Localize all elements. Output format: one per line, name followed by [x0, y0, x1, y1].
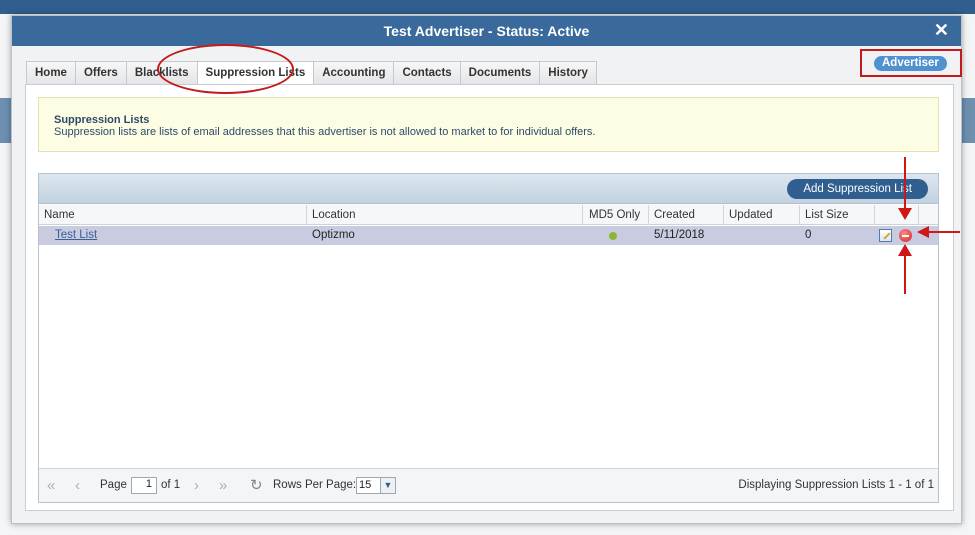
grid-pager: « ‹ Page 1 of 1 › » ↻ Rows Per Page: 15 … — [39, 468, 938, 502]
annotation-arrow-bottom — [904, 254, 906, 294]
column-header-list-size[interactable]: List Size — [800, 205, 875, 225]
tab-bar: Home Offers Blacklists Suppression Lists… — [26, 61, 597, 85]
advertiser-badge[interactable]: Advertiser — [874, 56, 947, 71]
tab-documents[interactable]: Documents — [459, 61, 540, 85]
column-header-name[interactable]: Name — [39, 205, 307, 225]
edit-icon[interactable] — [879, 229, 892, 242]
column-header-updated[interactable]: Updated — [724, 205, 800, 225]
info-notice: Suppression Lists Suppression lists are … — [38, 97, 939, 152]
next-page-icon[interactable]: › — [194, 478, 199, 493]
arrowhead-up-icon — [898, 244, 912, 256]
tab-content: Suppression Lists Suppression lists are … — [25, 84, 954, 511]
row-created: 5/11/2018 — [654, 229, 705, 241]
grid-toolbar: Add Suppression List — [39, 174, 938, 204]
background-right-bar — [962, 98, 975, 143]
refresh-icon[interactable]: ↻ — [250, 478, 263, 493]
prev-page-icon[interactable]: ‹ — [75, 478, 80, 493]
row-updated — [724, 226, 729, 245]
notice-text: Suppression lists are lists of email add… — [54, 126, 596, 138]
grid-header: Name Location MD5 Only Created Updated L… — [39, 205, 938, 225]
suppression-lists-grid: Add Suppression List Name Location MD5 O… — [38, 173, 939, 503]
column-header-location[interactable]: Location — [307, 205, 583, 225]
rows-per-page-label: Rows Per Page: — [273, 479, 357, 491]
annotation-arrow-right — [928, 231, 960, 233]
background-app-header — [0, 0, 975, 14]
last-page-icon[interactable]: » — [219, 478, 227, 493]
delete-icon[interactable] — [899, 229, 912, 242]
row-list-size: 0 — [805, 229, 812, 241]
tab-offers[interactable]: Offers — [74, 61, 126, 85]
tab-highlight-ellipse — [157, 44, 294, 94]
column-header-actions — [875, 205, 919, 225]
arrowhead-left-icon — [917, 226, 929, 238]
rows-per-page-value: 15 — [359, 479, 372, 491]
advertiser-modal: Test Advertiser - Status: Active ✕ Adver… — [11, 15, 962, 524]
close-icon[interactable]: ✕ — [934, 21, 949, 39]
tab-contacts[interactable]: Contacts — [393, 61, 460, 85]
tab-home[interactable]: Home — [26, 61, 75, 85]
notice-title: Suppression Lists — [54, 114, 150, 126]
row-name-link[interactable]: Test List — [39, 226, 97, 245]
page-label: Page — [100, 479, 127, 491]
modal-title: Test Advertiser - Status: Active — [383, 23, 590, 39]
row-location: Optizmo — [312, 229, 355, 241]
arrowhead-down-icon — [898, 208, 912, 220]
tab-accounting[interactable]: Accounting — [313, 61, 394, 85]
md5-only-indicator-icon — [609, 232, 617, 240]
page-count: of 1 — [161, 479, 181, 491]
modal-header: Test Advertiser - Status: Active ✕ — [12, 16, 961, 46]
column-header-md5-only[interactable]: MD5 Only — [583, 205, 649, 225]
background-sidebar-bar — [0, 98, 11, 143]
table-row[interactable]: Test List Optizmo 5/11/2018 0 — [39, 226, 938, 245]
annotation-arrow-top — [904, 157, 906, 212]
advertiser-badge-highlight: Advertiser — [860, 49, 962, 77]
page-number-input[interactable]: 1 — [131, 477, 157, 494]
chevron-down-icon: ▼ — [380, 478, 395, 493]
tab-history[interactable]: History — [539, 61, 597, 85]
rows-per-page-select[interactable]: 15 ▼ — [356, 477, 396, 494]
pager-info: Displaying Suppression Lists 1 - 1 of 1 — [738, 479, 934, 491]
column-header-created[interactable]: Created — [649, 205, 724, 225]
first-page-icon[interactable]: « — [47, 478, 55, 493]
add-suppression-list-button[interactable]: Add Suppression List — [787, 179, 928, 199]
